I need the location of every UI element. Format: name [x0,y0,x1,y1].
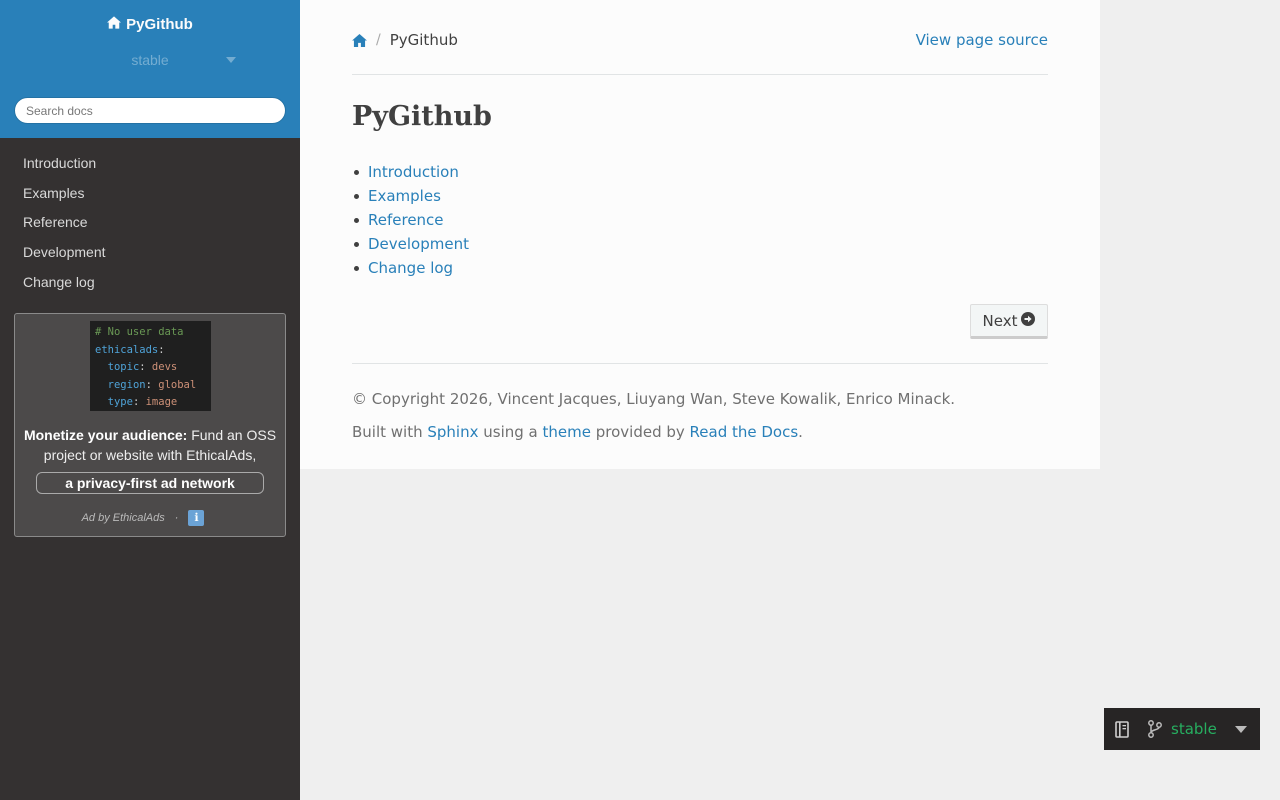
home-icon [352,33,367,47]
search-input[interactable] [14,97,286,124]
ad-code-key: topic [107,361,140,374]
ad-footer: Ad by EthicalAds · ℹ [15,510,285,526]
built-with-text: . [798,423,803,441]
list-item: Change log [352,256,469,280]
flyout-version-label: stable [1171,720,1217,738]
ad-cta-button[interactable]: a privacy-first ad network [36,472,264,494]
project-title: PyGithub [126,16,193,33]
built-with: Built with Sphinx using a theme provided… [352,423,803,441]
ad-footer-separator: · [174,512,179,524]
view-page-source-link[interactable]: View page source [916,31,1048,49]
toc-link-development[interactable]: Development [368,232,469,256]
built-with-text: Built with [352,423,428,441]
sidebar-item-change-log[interactable]: Change log [0,273,300,303]
git-branch-icon [1147,720,1163,738]
list-item: Examples [352,184,469,208]
list-item: Reference [352,208,469,232]
main-content: / PyGithub View page source PyGithub Int… [300,0,1100,469]
read-the-docs-link[interactable]: Read the Docs [690,423,799,441]
built-with-text: provided by [590,423,690,441]
ad-image[interactable]: # No user data ethicalads: topic: devs r… [90,321,211,411]
sidebar-nav: Introduction Examples Reference Developm… [0,154,300,302]
ad-text[interactable]: Monetize your audience: Fund an OSS proj… [21,425,279,465]
ad-code-key: ethicalads [95,343,159,356]
ad-code-value: global [158,378,197,391]
sidebar: PyGithub stable Introduction Examples Re… [0,0,300,800]
page-title: PyGithub [352,101,492,132]
built-with-text: using a [478,423,543,441]
ad-by-link[interactable]: Ad by EthicalAds [82,512,165,524]
project-home-link[interactable]: PyGithub [107,16,193,33]
home-icon [107,16,122,33]
sidebar-item-examples[interactable]: Examples [0,184,300,214]
sidebar-item-development[interactable]: Development [0,243,300,273]
breadcrumb: / PyGithub View page source [352,30,1048,50]
sidebar-item-reference[interactable]: Reference [0,213,300,243]
copyright: © Copyright 2026, Vincent Jacques, Liuya… [352,390,956,408]
next-button-label: Next [982,311,1018,330]
ad-code-value: devs [151,361,178,374]
sphinx-link[interactable]: Sphinx [427,423,478,441]
info-icon[interactable]: ℹ [188,510,205,526]
breadcrumb-separator: / [376,32,381,48]
list-item: Development [352,232,469,256]
next-button[interactable]: Next [970,304,1048,339]
list-item: Introduction [352,160,469,184]
toc-list: Introduction Examples Reference Developm… [352,160,469,280]
ad-code-value: image [145,396,178,409]
breadcrumb-home-link[interactable] [352,33,367,47]
ethical-ad: # No user data ethicalads: topic: devs r… [14,313,286,537]
ad-code-key: region [107,378,146,391]
divider [352,363,1048,364]
ad-code-comment: # No user data [95,326,184,338]
book-icon [1114,720,1130,738]
version-flyout[interactable]: stable [1104,708,1260,750]
version-select[interactable]: stable [50,48,250,72]
sidebar-item-introduction[interactable]: Introduction [0,154,300,184]
toc-link-change-log[interactable]: Change log [368,256,453,280]
version-select-label: stable [131,52,169,68]
theme-link[interactable]: theme [543,423,591,441]
chevron-down-icon [1235,725,1247,733]
arrow-circle-right-icon [1021,311,1036,330]
ad-headline-bold: Monetize your audience: [23,427,188,443]
ad-code-key: type [107,396,133,409]
toc-link-reference[interactable]: Reference [368,208,444,232]
toc-link-examples[interactable]: Examples [368,184,441,208]
toc-link-introduction[interactable]: Introduction [368,160,459,184]
breadcrumb-current: PyGithub [389,31,458,49]
divider [352,74,1048,75]
sidebar-header: PyGithub stable [0,0,300,138]
chevron-down-icon [226,57,236,63]
